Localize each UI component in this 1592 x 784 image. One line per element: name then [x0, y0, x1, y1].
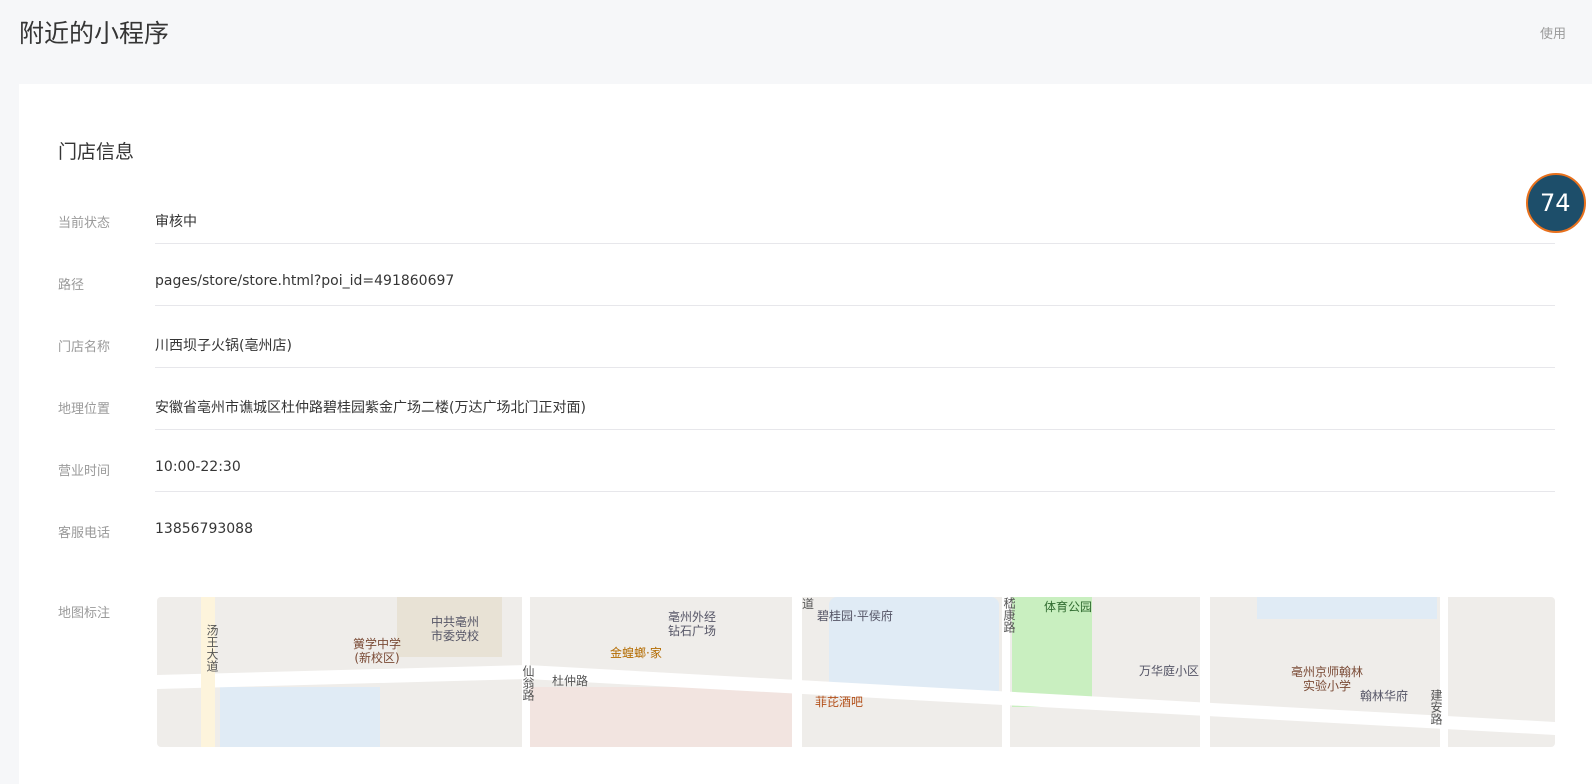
- row-status: 当前状态 审核中: [58, 212, 1555, 274]
- map-place: 道: [802, 597, 815, 611]
- divider: [155, 491, 1555, 492]
- divider: [155, 367, 1555, 368]
- map-place: 杜仲路: [552, 674, 589, 688]
- map-place: 黉学中学(新校区): [352, 637, 401, 665]
- map-place: 碧桂园·平侯府: [817, 609, 893, 623]
- map-place: 嵇康路: [1002, 597, 1016, 633]
- map-place: 亳州京师翰林实验小学: [1290, 665, 1363, 693]
- row-label: 营业时间: [58, 464, 111, 479]
- row-label: 当前状态: [58, 216, 111, 231]
- map-place: 仙翁路: [521, 665, 535, 701]
- map-place: 金蝗螂·家: [610, 646, 662, 660]
- badge-value: 74: [1540, 189, 1571, 217]
- divider: [155, 429, 1555, 430]
- row-label: 地理位置: [58, 402, 111, 417]
- map-place: 菲芘酒吧: [815, 695, 864, 709]
- map-place: 汤王大道: [205, 624, 219, 672]
- row-label: 路径: [58, 278, 85, 293]
- row-label: 门店名称: [58, 340, 111, 355]
- row-path: 路径 pages/store/store.html?poi_id=49186069…: [58, 273, 1555, 336]
- section-title: 门店信息: [58, 141, 135, 163]
- row-value: 安徽省亳州市谯城区杜仲路碧桂园紫金广场二楼(万达广场北门正对面): [155, 400, 586, 416]
- map-view[interactable]: 汤王大道 黉学中学(新校区) 中共亳州市委党校 亳州外经钻石广场 金蝗螂·家 仙…: [157, 597, 1555, 747]
- map-place: 亳州外经钻石广场: [667, 610, 716, 638]
- row-label: 客服电话: [58, 526, 111, 541]
- map-place: 翰林华府: [1360, 689, 1409, 703]
- row-phone: 客服电话 13856793088: [58, 521, 1555, 584]
- map-place: 万华庭小区: [1139, 664, 1200, 678]
- performance-badge[interactable]: 74: [1526, 173, 1586, 233]
- divider: [155, 243, 1555, 244]
- row-value: 川西坝子火锅(亳州店): [155, 338, 292, 354]
- row-address: 地理位置 安徽省亳州市谯城区杜仲路碧桂园紫金广场二楼(万达广场北门正对面): [58, 398, 1555, 460]
- divider: [155, 305, 1555, 306]
- map-place: 体育公园: [1044, 600, 1093, 614]
- row-value: pages/store/store.html?poi_id=491860697: [155, 273, 455, 289]
- row-hours: 营业时间 10:00-22:30: [58, 459, 1555, 522]
- map-place: 中共亳州市委党校: [430, 615, 479, 643]
- map-place: 建安路: [1429, 689, 1443, 725]
- page-title: 附近的小程序: [19, 19, 170, 48]
- usage-link[interactable]: 使用: [1540, 23, 1566, 42]
- row-value: 13856793088: [155, 521, 253, 537]
- row-store-name: 门店名称 川西坝子火锅(亳州店): [58, 336, 1555, 398]
- row-value: 审核中: [155, 214, 197, 230]
- row-value: 10:00-22:30: [155, 459, 241, 475]
- map-label: 地图标注: [58, 606, 111, 621]
